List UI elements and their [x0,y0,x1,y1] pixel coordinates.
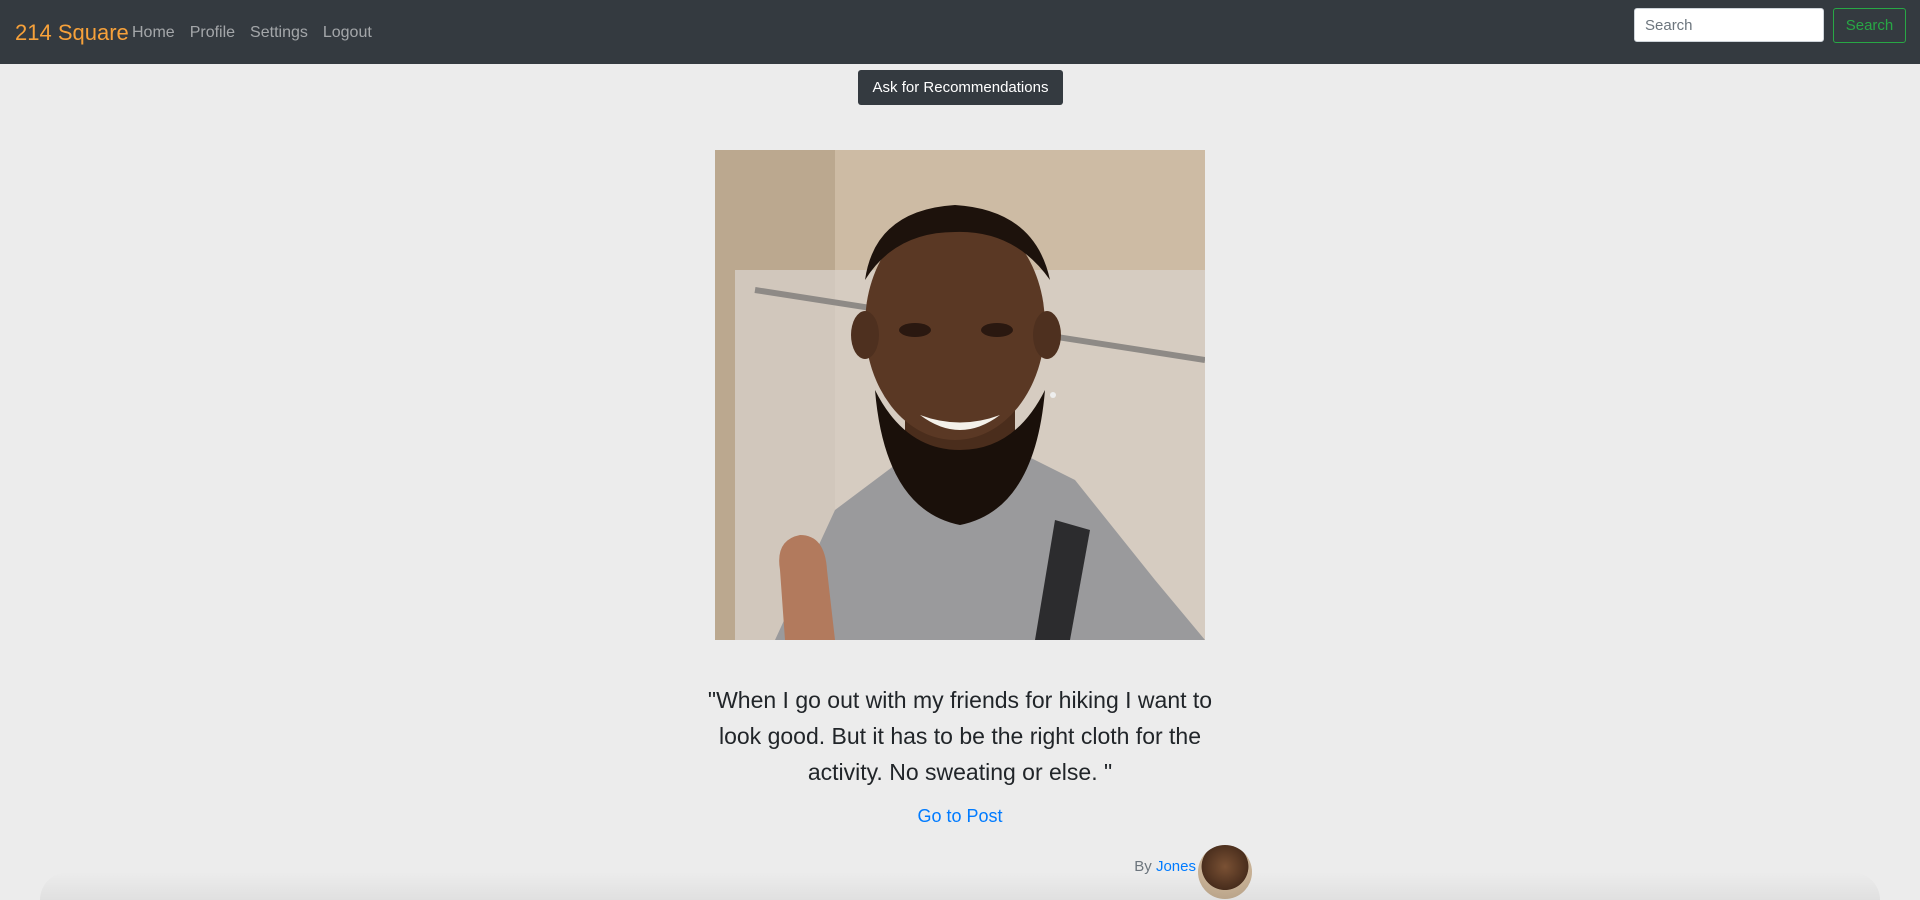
nav-link-profile[interactable]: Profile [190,23,235,43]
nav-links: Home Profile Settings Logout [132,23,387,43]
post-byline: By Jones [1090,858,1196,876]
brand-logo[interactable]: 214 Square [15,20,129,46]
ask-recommendations-button[interactable]: Ask for Recommendations [858,70,1063,105]
post-photo-illustration [715,150,1205,640]
author-avatar[interactable] [1198,845,1252,899]
post-quote: "When I go out with my friends for hikin… [707,687,1213,785]
by-label: By [1134,858,1152,875]
nav-link-logout[interactable]: Logout [323,23,372,43]
nav-link-settings[interactable]: Settings [250,23,308,43]
author-link[interactable]: Jones [1156,858,1196,875]
search-input[interactable] [1634,8,1824,42]
go-to-post-link[interactable]: Go to Post [860,805,1060,827]
post-photo [715,150,1205,640]
nav-link-home[interactable]: Home [132,23,175,43]
search-button[interactable]: Search [1833,8,1906,43]
top-navbar: 214 Square Home Profile Settings Logout … [0,0,1920,64]
card-shadow [40,872,1880,900]
